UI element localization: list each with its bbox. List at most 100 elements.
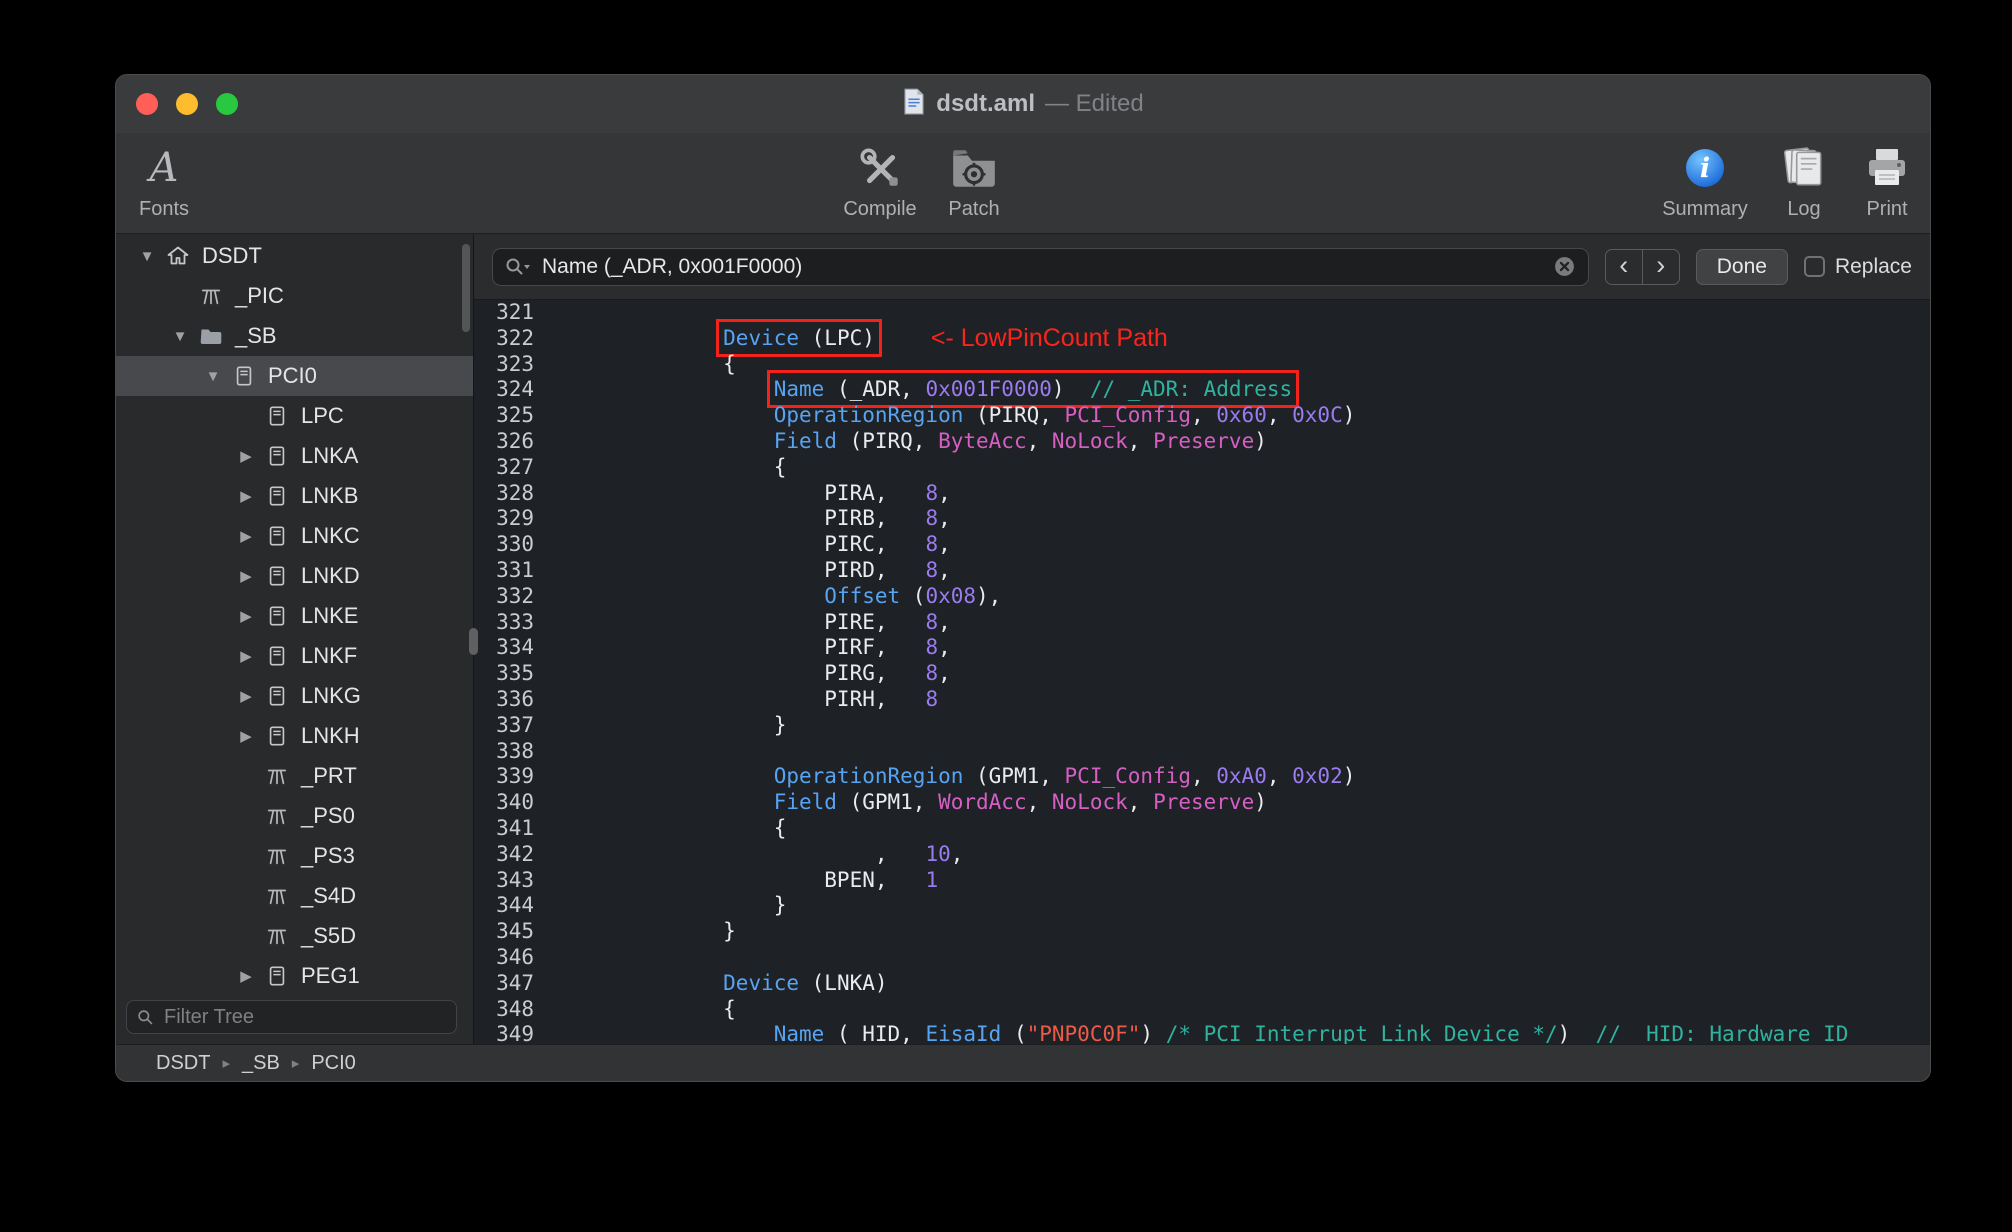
search-menu-icon[interactable] xyxy=(505,257,531,277)
code-editor[interactable]: 321 322 Device (LPC) <- LowPinCount Path 32… xyxy=(474,300,1930,1044)
code-line: 330 PIRC, 8, xyxy=(474,532,1930,558)
code-token: PIRA, xyxy=(622,480,926,505)
method-icon xyxy=(263,882,291,910)
code-text: } xyxy=(622,919,736,945)
code-token: PIRB, xyxy=(622,506,926,531)
code-token: 0x60 xyxy=(1216,403,1267,428)
disclosure-triangle-icon[interactable]: ▶ xyxy=(229,967,263,985)
sidebar-item-lnke[interactable]: ▶ LNKE xyxy=(116,596,473,636)
breadcrumb-item[interactable]: PCI0 xyxy=(311,1052,355,1075)
sidebar-item-lnkh[interactable]: ▶ LNKH xyxy=(116,716,473,756)
sidebar-item-_prt[interactable]: _PRT xyxy=(116,756,473,796)
replace-checkbox[interactable] xyxy=(1803,256,1825,277)
patch-button[interactable]: Patch xyxy=(914,139,1034,221)
code-token: 8 xyxy=(925,686,939,711)
code-token: { xyxy=(622,815,787,840)
split-drag-handle[interactable] xyxy=(469,628,478,655)
sidebar-item-dsdt[interactable]: ▼ DSDT xyxy=(116,236,473,276)
sidebar-item-peg1[interactable]: ▶ PEG1 xyxy=(116,956,473,996)
summary-label: Summary xyxy=(1662,198,1748,220)
sidebar-item-_ps0[interactable]: _PS0 xyxy=(116,796,473,836)
clear-search-icon[interactable] xyxy=(1553,255,1576,278)
code-token: PCI_Config xyxy=(1064,764,1191,789)
disclosure-triangle-icon[interactable]: ▶ xyxy=(229,607,263,625)
sidebar-item-lpc[interactable]: LPC xyxy=(116,396,473,436)
code-token: ) xyxy=(1342,403,1356,428)
disclosure-triangle-icon[interactable]: ▶ xyxy=(229,567,263,585)
sidebar-item-lnkg[interactable]: ▶ LNKG xyxy=(116,676,473,716)
disclosure-triangle-icon[interactable]: ▶ xyxy=(229,527,263,545)
breadcrumb-item[interactable]: DSDT xyxy=(156,1052,210,1075)
filter-tree-input[interactable] xyxy=(162,1004,446,1030)
disclosure-triangle-icon[interactable]: ▶ xyxy=(229,447,263,465)
done-button[interactable]: Done xyxy=(1695,248,1788,285)
sidebar-item-label: LNKC xyxy=(301,523,360,548)
code-token: 8 xyxy=(925,506,939,531)
line-number: 347 xyxy=(496,970,534,995)
code-token: Preserve xyxy=(1153,428,1255,453)
code-line: 344 } xyxy=(474,893,1930,919)
find-previous-button[interactable]: ‹ xyxy=(1606,250,1642,284)
sidebar-item-lnkc[interactable]: ▶ LNKC xyxy=(116,516,473,556)
print-button[interactable]: Print xyxy=(1827,139,1930,221)
code-line: 325 OperationRegion (PIRQ, PCI_Config, 0… xyxy=(474,403,1930,429)
red-highlight-box: Device (LPC) xyxy=(716,318,882,357)
disclosure-triangle-icon[interactable]: ▼ xyxy=(163,328,197,345)
disclosure-triangle-icon[interactable]: ▼ xyxy=(130,248,164,265)
sidebar-scrollbar-thumb[interactable] xyxy=(462,244,470,332)
sidebar-item-label: LNKE xyxy=(301,603,359,628)
sidebar-item-lnka[interactable]: ▶ LNKA xyxy=(116,436,473,476)
method-icon xyxy=(197,282,225,310)
sidebar-item-_sb[interactable]: ▼ _SB xyxy=(116,316,473,356)
code-token: /* PCI Interrupt Link Device */ xyxy=(1165,1022,1558,1044)
minimize-button[interactable] xyxy=(176,93,198,115)
code-token: , xyxy=(938,480,951,505)
sidebar-item-pci0[interactable]: ▼ PCI0 xyxy=(116,356,473,396)
replace-label: Replace xyxy=(1834,254,1912,278)
fonts-button[interactable]: A Fonts xyxy=(116,139,224,221)
find-query-input[interactable] xyxy=(540,253,1544,280)
svg-text:i: i xyxy=(1700,153,1710,184)
code-token: "PNP0C0F" xyxy=(1026,1022,1141,1044)
code-token: } xyxy=(622,919,736,944)
line-number: 322 xyxy=(496,325,534,350)
code-token: 10 xyxy=(925,841,951,866)
disclosure-triangle-icon[interactable]: ▶ xyxy=(229,647,263,665)
code-text: Offset (0x08), xyxy=(622,584,1001,610)
code-token: (GPM1, xyxy=(963,764,1065,789)
find-next-button[interactable]: › xyxy=(1641,249,1679,284)
sidebar-item-lnkf[interactable]: ▶ LNKF xyxy=(116,636,473,676)
zoom-button[interactable] xyxy=(216,93,238,115)
sidebar-item-_s5d[interactable]: _S5D xyxy=(116,916,473,956)
code-token: ) xyxy=(1342,764,1356,789)
code-token: NoLock xyxy=(1051,428,1128,453)
code-token: , xyxy=(1190,403,1217,428)
code-text: OperationRegion (GPM1, PCI_Config, 0xA0,… xyxy=(622,764,1356,790)
disclosure-triangle-icon[interactable]: ▶ xyxy=(229,727,263,745)
code-line: 328 PIRA, 8, xyxy=(474,481,1930,507)
line-number: 349 xyxy=(496,1022,534,1044)
filter-tree-field[interactable] xyxy=(126,1000,457,1034)
sidebar-item-_ps3[interactable]: _PS3 xyxy=(116,836,473,876)
breadcrumb-item[interactable]: _SB xyxy=(242,1052,280,1075)
line-number: 337 xyxy=(496,712,534,737)
code-token: (LPC) xyxy=(799,325,875,350)
close-button[interactable] xyxy=(136,93,158,115)
line-number: 345 xyxy=(496,919,534,944)
disclosure-triangle-icon[interactable]: ▶ xyxy=(229,487,263,505)
code-text: PIRA, 8, xyxy=(622,480,951,507)
sidebar-item-_s4d[interactable]: _S4D xyxy=(116,876,473,916)
sidebar-item-_pic[interactable]: _PIC xyxy=(116,276,473,316)
code-line: 337 } xyxy=(474,713,1930,739)
code-line: 335 PIRG, 8, xyxy=(474,661,1930,687)
disclosure-triangle-icon[interactable]: ▶ xyxy=(229,687,263,705)
sidebar-item-lnkd[interactable]: ▶ LNKD xyxy=(116,556,473,596)
code-line: 321 xyxy=(474,300,1930,326)
disclosure-triangle-icon[interactable]: ▼ xyxy=(196,368,230,385)
sidebar-item-lnkb[interactable]: ▶ LNKB xyxy=(116,476,473,516)
code-token: 0x001F0000 xyxy=(925,377,1052,402)
find-search-field[interactable] xyxy=(492,247,1589,286)
